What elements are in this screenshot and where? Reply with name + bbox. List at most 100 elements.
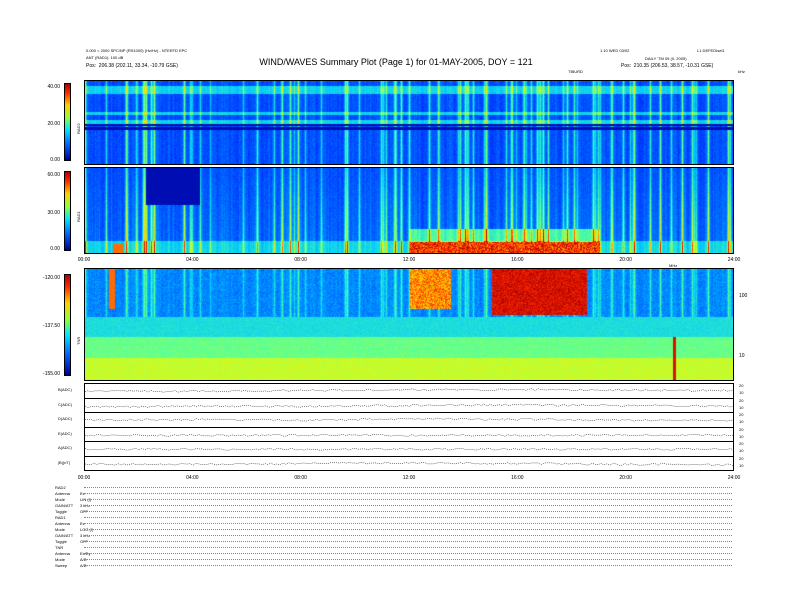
line-panel-label: C(ADC) xyxy=(58,401,72,407)
rad1-spectrogram xyxy=(84,167,734,254)
line-panel-right-tick: 10 xyxy=(739,419,744,424)
legend-dotted-line xyxy=(84,499,732,500)
legend-dotted-line xyxy=(84,541,732,542)
line-panel-right-tick: 10 xyxy=(739,448,744,453)
time-tick-label: 12:00 xyxy=(402,257,416,263)
line-plot-svg xyxy=(85,461,733,466)
line-panel-right-tick: 20 xyxy=(739,441,744,446)
legend-title: RAD1 xyxy=(55,515,66,520)
legend-row: Mode A/D xyxy=(55,557,87,562)
legend-dotted-line xyxy=(84,517,732,518)
legend-dotted-line xyxy=(84,493,732,494)
rad2-canvas xyxy=(85,81,733,164)
series-line xyxy=(85,417,733,422)
legend-row: Sweep A/D xyxy=(55,563,87,568)
series-line xyxy=(85,461,733,466)
legend-dotted-line xyxy=(84,487,732,488)
legend-key: Antenna xyxy=(55,521,70,526)
legend-dotted-line xyxy=(84,547,732,548)
header-left-line1: 0.000 = 2000 SPC/NP (RS1000) (Hz/Hz) - N… xyxy=(86,48,188,53)
legend-key: GAIN/ATT xyxy=(55,533,74,538)
legend-row: Toggle OFF xyxy=(55,509,88,514)
tnr-spectrogram xyxy=(84,268,734,381)
pos-label: Pos: xyxy=(621,63,632,69)
time-tick-label: 04:00 xyxy=(186,257,199,263)
legend-dotted-line xyxy=(84,505,732,506)
line-plot-svg xyxy=(85,417,733,422)
time-tick-label: 24:00 xyxy=(727,475,741,481)
tnr-tick-0: -120.00 xyxy=(43,275,60,281)
legend-key: Mode xyxy=(55,497,66,502)
legend-row: Antenna Ex/Ey xyxy=(55,551,90,556)
legend-key: Toggle xyxy=(55,509,67,514)
header-right-line2: DAILY 'TM 09 (0, 2005) xyxy=(645,56,687,61)
header-right-pos: Pos: 210.35 (206.53, 38.57, -10.31 GSE) xyxy=(621,64,713,69)
time-tick-label: 16:00 xyxy=(511,257,524,263)
rad2-spectrogram xyxy=(84,80,734,165)
legend-key: Antenna xyxy=(55,491,70,496)
line-panel-0 xyxy=(84,383,734,399)
series-line xyxy=(85,403,733,408)
time-tick-label: 08:00 xyxy=(294,475,307,481)
legend-title: RAD2 xyxy=(55,485,66,490)
line-panel-right-tick: 20 xyxy=(739,397,744,403)
line-panel-right-tick: 20 xyxy=(739,383,744,388)
legend-row: GAIN/ATT 3 kHz xyxy=(55,533,90,538)
legend-row: GAIN/ATT 3 kHz xyxy=(55,503,90,508)
series-line xyxy=(85,388,733,393)
tnr-right-tick-1: 10 xyxy=(739,353,745,359)
line-panel-5 xyxy=(84,455,734,471)
line-panel-label: A(ADC) xyxy=(58,445,72,450)
legend-dotted-line xyxy=(84,529,732,530)
line-panel-label: E(ADC) xyxy=(58,430,72,436)
tnr-label: TNR xyxy=(76,336,81,345)
rad2-colorbar xyxy=(64,83,71,161)
legend-dotted-line xyxy=(84,565,732,566)
rad1-tick-1: 30.00 xyxy=(47,210,60,216)
legend-dotted-line xyxy=(84,535,732,536)
rad1-tick-0: 60.00 xyxy=(47,172,60,178)
line-plot-svg xyxy=(85,433,733,436)
tnr-right-tick-0: 100 xyxy=(739,293,748,299)
legend-dotted-line xyxy=(84,559,732,560)
header-right-line0: L1 DEFEDIsel1 xyxy=(697,48,725,53)
header-right-unit: kHz xyxy=(738,69,745,74)
line-panel-right-tick: 20 xyxy=(739,426,744,432)
line-panel-right-tick: 10 xyxy=(739,462,744,468)
rad1-tick-2: 0.00 xyxy=(50,246,60,252)
legend-dotted-line xyxy=(84,553,732,554)
legend-key: Mode xyxy=(55,527,66,532)
legend-dotted-line xyxy=(84,523,732,524)
legend-key: Antenna xyxy=(55,551,70,556)
legend-row: Mode LIN (f) xyxy=(55,497,91,502)
tnr-canvas xyxy=(85,269,733,380)
line-panel-1 xyxy=(84,397,734,413)
rad1-colorbar xyxy=(64,171,71,251)
line-panel-right-tick: 20 xyxy=(739,412,744,417)
tnr-tick-2: -155.00 xyxy=(43,371,60,377)
line-panel-3 xyxy=(84,426,734,442)
series-line xyxy=(85,448,733,451)
time-tick-label: 08:00 xyxy=(294,257,307,263)
rad2-label: RAD2 xyxy=(76,123,81,134)
line-plot-svg xyxy=(85,388,733,393)
time-tick-label: 24:00 xyxy=(727,257,741,263)
time-tick-label: 00:00 xyxy=(77,257,91,263)
line-panel-right-tick: 10 xyxy=(739,433,744,439)
line-plot-svg xyxy=(85,448,733,451)
time-tick-label: 04:00 xyxy=(186,475,199,481)
time-tick-label: 20:00 xyxy=(619,257,632,263)
time-tick-label: 16:00 xyxy=(511,475,524,481)
tnr-colorbar xyxy=(64,274,71,376)
rad2-tick-0: 40.00 xyxy=(47,84,60,90)
rad2-tick-1: 20.00 xyxy=(47,121,60,127)
legend-row: Antenna Ex xyxy=(55,491,85,496)
line-panel-2 xyxy=(84,412,734,428)
line-plot-svg xyxy=(85,403,733,408)
legend-row: Mode LOG (f) xyxy=(55,527,93,532)
legend-key: Toggle xyxy=(55,539,67,544)
time-tick-label: 12:00 xyxy=(402,475,416,481)
line-panel-label: |B|(nT) xyxy=(58,459,71,465)
line-panel-right-tick: 20 xyxy=(739,455,744,461)
legend-row: Toggle OFF xyxy=(55,539,88,544)
